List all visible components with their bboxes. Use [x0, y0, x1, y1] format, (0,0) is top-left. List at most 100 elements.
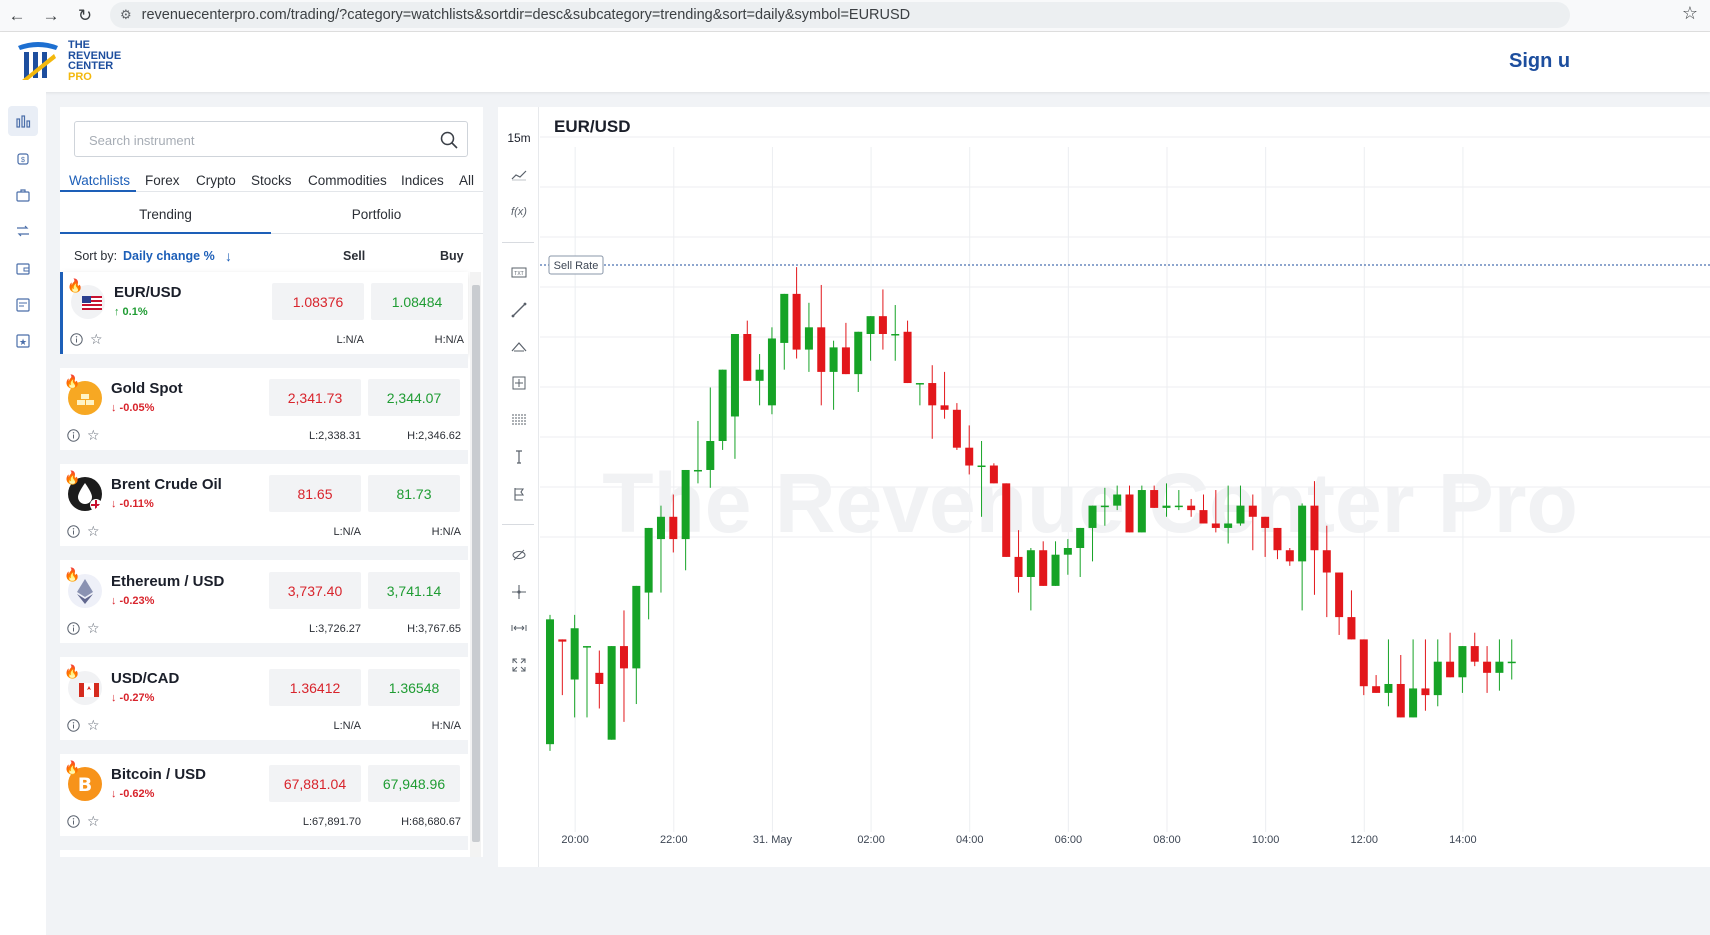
logo-line: CENTER — [68, 60, 114, 72]
info-icon[interactable] — [67, 622, 80, 635]
star-box-icon[interactable]: ★ — [8, 326, 38, 356]
text-tool-icon[interactable]: TXT — [503, 259, 535, 287]
search-icon[interactable] — [439, 130, 459, 150]
measure-icon[interactable] — [503, 614, 535, 642]
favorite-star-icon[interactable]: ☆ — [87, 718, 100, 732]
list-item[interactable]: B 🔥 Bitcoin / USD ↓ -0.62% 67,881.04 67,… — [60, 754, 468, 836]
trending-fire-icon: 🔥 — [64, 664, 81, 679]
candle-body — [1224, 523, 1233, 528]
site-logo[interactable]: THE REVENUE CENTER PRO — [16, 40, 121, 82]
candle-body — [1088, 505, 1097, 528]
favorite-star-icon[interactable]: ☆ — [87, 428, 100, 442]
hide-icon[interactable] — [503, 541, 535, 569]
x-tick-label: 14:00 — [1449, 834, 1477, 846]
sell-button[interactable]: 2,341.73 — [269, 379, 361, 416]
list-item[interactable]: 🔥 USD/CAD ↓ -0.27% 1.36412 1.36548 ☆ L:N… — [60, 658, 468, 740]
candle-body — [1063, 548, 1072, 555]
sell-button[interactable]: 3,737.40 — [269, 572, 361, 609]
list-item[interactable]: 🔥 Brent Crude Oil ↓ -0.11% 81.65 81.73 ☆… — [60, 464, 468, 546]
chart-bars-icon[interactable] — [8, 106, 38, 136]
chart-panel: 15m f(x) TXT EUR/USD The Revenue Center … — [498, 107, 1710, 867]
tab-indices[interactable]: Indices — [401, 173, 444, 188]
info-icon[interactable] — [67, 525, 80, 538]
candle-body — [1248, 505, 1257, 517]
bookmark-star-icon[interactable]: ☆ — [1682, 0, 1698, 26]
cursor-icon[interactable] — [503, 578, 535, 606]
line-type-icon[interactable] — [503, 161, 535, 189]
flag-tool-icon[interactable] — [503, 480, 535, 508]
candle-body — [656, 516, 665, 540]
candle-body — [1409, 688, 1418, 718]
sell-button[interactable]: 1.08376 — [272, 283, 364, 320]
tab-crypto[interactable]: Crypto — [196, 173, 236, 188]
wallet-icon[interactable] — [8, 253, 38, 283]
reload-icon[interactable]: ↻ — [68, 0, 102, 32]
list-item[interactable]: 🔥 Gold Spot ↓ -0.05% 2,341.73 2,344.07 ☆… — [60, 368, 468, 450]
favorite-star-icon[interactable]: ☆ — [90, 332, 103, 346]
interval-selector[interactable]: 15m — [503, 124, 535, 152]
sort-direction-icon[interactable]: ↓ — [225, 248, 232, 264]
sell-button[interactable]: 67,881.04 — [269, 765, 361, 802]
crosshair-box-icon[interactable] — [503, 369, 535, 397]
fibonacci-icon[interactable] — [503, 406, 535, 434]
info-icon[interactable] — [67, 719, 80, 732]
candle-body — [1322, 550, 1331, 573]
list-item[interactable]: 🔥 EUR/USD ↑ 0.1% 1.08376 1.08484 ☆ L:N/A… — [60, 272, 468, 354]
money-bag-icon[interactable]: $ — [8, 143, 38, 173]
tab-trending[interactable]: Trending — [60, 207, 271, 222]
sell-button[interactable]: 1.36412 — [269, 669, 361, 706]
info-icon[interactable] — [70, 333, 83, 346]
instrument-name: EUR/USD — [114, 284, 182, 301]
favorite-star-icon[interactable]: ☆ — [87, 621, 100, 635]
briefcase-icon[interactable] — [8, 180, 38, 210]
fullscreen-icon[interactable] — [503, 651, 535, 679]
tab-forex[interactable]: Forex — [145, 173, 180, 188]
candle-body — [1150, 490, 1159, 508]
buy-button[interactable]: 3,741.14 — [368, 572, 460, 609]
transfer-icon[interactable] — [8, 216, 38, 246]
buy-button[interactable]: 1.36548 — [368, 669, 460, 706]
daily-high: H:N/A — [434, 334, 464, 346]
buy-button[interactable]: 81.73 — [368, 475, 460, 512]
card-gap — [60, 450, 468, 464]
trend-line-icon[interactable] — [503, 296, 535, 324]
candle-body — [1273, 527, 1282, 551]
sign-in-link[interactable]: Sign u — [1509, 50, 1570, 73]
buy-button[interactable]: 1.08484 — [371, 283, 463, 320]
search-input[interactable]: Search instrument — [74, 121, 468, 157]
news-icon[interactable] — [8, 290, 38, 320]
tab-stocks[interactable]: Stocks — [251, 173, 292, 188]
info-icon[interactable] — [67, 815, 80, 828]
tab-commodities[interactable]: Commodities — [308, 173, 387, 188]
candle-body — [965, 447, 974, 466]
channel-tool-icon[interactable] — [503, 333, 535, 361]
list-item[interactable]: 🔥 Ethereum / USD ↓ -0.23% 3,737.40 3,741… — [60, 561, 468, 643]
vertical-line-icon[interactable] — [503, 443, 535, 471]
sell-button[interactable]: 81.65 — [269, 475, 361, 512]
tab-watchlists[interactable]: Watchlists — [69, 173, 130, 188]
list-scrollbar[interactable] — [470, 272, 481, 857]
candle-body — [792, 293, 801, 350]
favorite-star-icon[interactable]: ☆ — [87, 524, 100, 538]
toolbar-divider — [502, 524, 534, 525]
fx-indicator-icon[interactable]: f(x) — [503, 198, 535, 226]
daily-high: H:N/A — [431, 720, 461, 732]
sort-dropdown[interactable]: Daily change % — [123, 249, 215, 263]
candlestick-chart[interactable]: The Revenue Center Pro Sell Rate 20:00 22… — [540, 107, 1710, 867]
scrollbar-thumb[interactable] — [472, 285, 480, 842]
candle-body — [1076, 527, 1085, 548]
candle-body — [718, 369, 727, 441]
site-settings-icon[interactable]: ⚙ — [120, 7, 132, 23]
tab-portfolio[interactable]: Portfolio — [271, 207, 482, 222]
buy-button[interactable]: 2,344.07 — [368, 379, 460, 416]
tab-all[interactable]: All — [459, 173, 474, 188]
info-icon[interactable] — [67, 429, 80, 442]
forward-icon[interactable]: → — [34, 0, 68, 32]
address-bar[interactable]: ⚙ revenuecenterpro.com/trading/?category… — [110, 2, 1570, 28]
buy-button[interactable]: 67,948.96 — [368, 765, 460, 802]
x-tick-label: 22:00 — [660, 834, 688, 846]
candle-body — [1396, 683, 1405, 718]
back-icon[interactable]: ← — [0, 0, 34, 32]
favorite-star-icon[interactable]: ☆ — [87, 814, 100, 828]
candle-body — [1199, 510, 1208, 524]
